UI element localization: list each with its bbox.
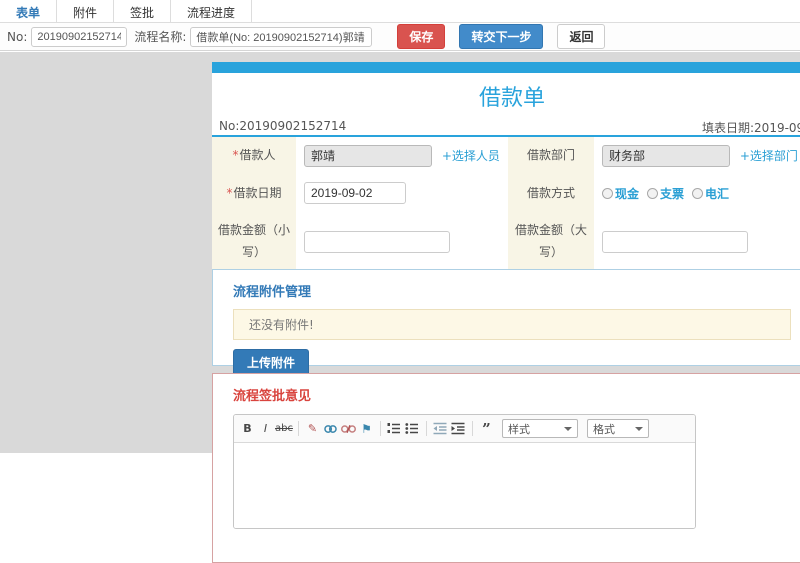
radio-icon: [647, 187, 659, 199]
blockquote-icon[interactable]: ”: [478, 420, 495, 438]
amount-big-label-cell: 借款金额（大写）: [508, 212, 594, 272]
loan-method-value-cell: 现金 支票 电汇: [594, 174, 800, 213]
strikethrough-icon[interactable]: abc: [275, 420, 293, 437]
radio-cheque[interactable]: 支票: [647, 185, 684, 202]
editor-toolbar: B I abc ✎ ⚑ ” 样式 格式: [234, 415, 695, 443]
borrower-value-cell: +选择人员: [296, 137, 508, 175]
forward-next-step-button[interactable]: 转交下一步: [459, 24, 544, 49]
style-select[interactable]: 样式: [501, 419, 578, 438]
borrower-input[interactable]: [304, 144, 432, 167]
toolbar-separator: [425, 421, 427, 436]
loan-date-value-cell: [296, 174, 508, 213]
chevron-down-icon: [634, 426, 643, 431]
tab-progress[interactable]: 流程进度: [171, 0, 253, 22]
amount-small-label-cell: 借款金额（小写）: [212, 212, 296, 272]
rich-text-editor: B I abc ✎ ⚑ ” 样式 格式: [233, 414, 696, 529]
chevron-down-icon: [563, 426, 572, 431]
amount-small-value-cell: [296, 212, 508, 272]
radio-icon: [602, 187, 613, 199]
amount-big-value-cell: [594, 212, 800, 272]
no-label: No:: [7, 29, 28, 44]
unlink-icon[interactable]: [340, 420, 357, 437]
link-icon[interactable]: [322, 420, 339, 437]
flow-name-input[interactable]: [190, 26, 373, 47]
no-input[interactable]: [31, 26, 128, 47]
loan-date-label-cell: *借款日期: [212, 174, 296, 213]
loan-date-input[interactable]: [304, 182, 406, 205]
attachments-heading: 流程附件管理: [233, 285, 312, 300]
flow-name-label: 流程名称:: [134, 30, 187, 44]
radio-cash[interactable]: 现金: [602, 185, 639, 202]
table-row: *借款人 +选择人员 借款部门 +选择部门: [212, 137, 800, 175]
toolbar-separator: [297, 421, 299, 436]
toolbar: No: 流程名称: 保存 转交下一步 返回: [0, 23, 800, 51]
amount-small-input[interactable]: [304, 230, 450, 253]
loan-method-label-cell: 借款方式: [508, 174, 594, 213]
upload-attachment-button[interactable]: 上传附件: [233, 349, 310, 376]
bulleted-list-icon[interactable]: [404, 420, 421, 437]
select-person-link[interactable]: +选择人员: [442, 149, 500, 163]
radio-wire[interactable]: 电汇: [692, 185, 729, 202]
tab-attachments[interactable]: 附件: [57, 0, 115, 22]
numbered-list-icon[interactable]: [386, 420, 403, 437]
table-row: 借款金额（小写） 借款金额（大写）: [212, 212, 800, 272]
save-button[interactable]: 保存: [397, 24, 446, 49]
content-area: 借款单 No:20190902152714 填表日期:2019-09-02 15…: [0, 52, 800, 563]
borrower-label-cell: *借款人: [212, 137, 296, 175]
form-number: No:20190902152714: [219, 119, 347, 133]
outdent-icon[interactable]: [432, 420, 449, 437]
tab-signoff[interactable]: 签批: [114, 0, 172, 22]
remove-format-icon[interactable]: ✎: [304, 420, 321, 437]
department-label-cell: 借款部门: [508, 137, 594, 175]
attachments-panel: 流程附件管理 还没有附件! 上传附件: [212, 269, 800, 376]
bold-icon[interactable]: B: [239, 420, 256, 437]
approval-heading: 流程签批意见: [233, 389, 312, 404]
tab-bar: 表单 附件 签批 流程进度: [0, 0, 800, 23]
radio-icon: [692, 187, 704, 199]
select-department-link[interactable]: +选择部门: [740, 149, 798, 163]
back-button[interactable]: 返回: [557, 24, 606, 49]
tab-form[interactable]: 表单: [0, 0, 58, 22]
no-attachments-alert: 还没有附件!: [233, 309, 791, 340]
flag-icon[interactable]: ⚑: [358, 420, 375, 437]
loan-method-radio-group: 现金 支票 电汇: [602, 185, 800, 202]
indent-icon[interactable]: [450, 420, 467, 437]
format-select[interactable]: 格式: [586, 419, 649, 438]
amount-big-input[interactable]: [602, 230, 748, 253]
required-asterisk: *: [232, 148, 239, 162]
department-input[interactable]: [602, 144, 730, 167]
approval-panel: 流程签批意见 B I abc ✎ ⚑ ” 样式 格式: [212, 373, 800, 563]
toolbar-separator: [471, 421, 473, 436]
required-asterisk: *: [226, 185, 233, 200]
form-meta-row: No:20190902152714 填表日期:2019-09-02 15:27:…: [212, 117, 800, 137]
form-fill-date: 填表日期:2019-09-02 15:27:1: [702, 121, 800, 135]
department-value-cell: +选择部门: [594, 137, 800, 175]
form-header-strip: [212, 62, 800, 73]
table-row: *借款日期 借款方式 现金 支票: [212, 174, 800, 213]
form-title: 借款单: [478, 86, 545, 111]
italic-icon[interactable]: I: [257, 420, 274, 437]
editor-content-area[interactable]: [234, 443, 695, 528]
toolbar-separator: [379, 421, 381, 436]
